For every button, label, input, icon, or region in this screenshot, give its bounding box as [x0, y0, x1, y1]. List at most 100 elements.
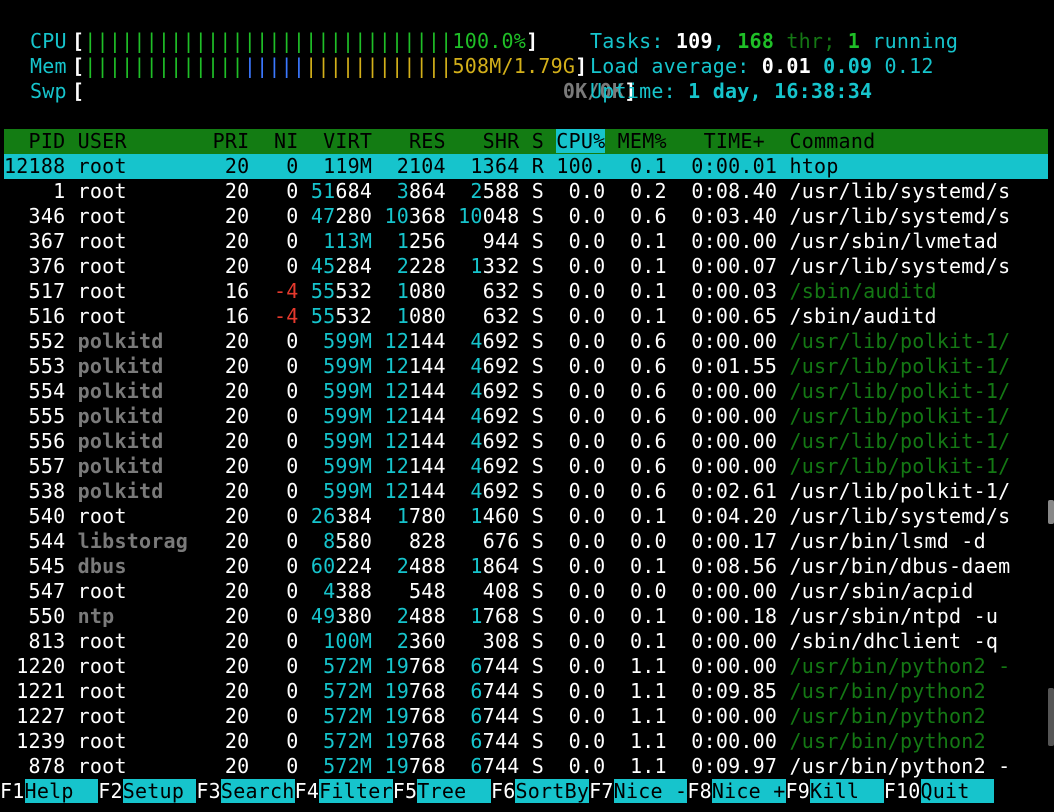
process-row[interactable]: 545 dbus 20 0 60224 2488 1864 S 0.0 0.1 … — [4, 554, 1054, 579]
process-res: 2104 — [396, 154, 446, 178]
process-row[interactable]: 547 root 20 0 4388 548 408 S 0.0 0.0 0:0… — [4, 579, 1054, 604]
process-row[interactable]: 557 polkitd 20 0 599M 12144 4692 S 0.0 0… — [4, 454, 1054, 479]
fkey-f2-label[interactable]: Setup — [122, 779, 197, 803]
process-ni: 0 — [249, 204, 299, 228]
process-row[interactable]: 544 libstorag 20 0 8580 828 676 S 0.0 0.… — [4, 529, 1054, 554]
col-shr[interactable]: SHR — [446, 129, 520, 153]
process-mem: 0.6 — [605, 454, 667, 478]
col-time[interactable]: TIME+ — [667, 129, 777, 153]
fkey-f8[interactable]: F8 — [687, 779, 712, 803]
process-res: 12144 — [384, 404, 446, 428]
fkey-f1-label[interactable]: Help — [24, 779, 99, 803]
process-row[interactable]: 12188 root 20 0 119M 2104 1364 R 100. 0.… — [4, 154, 1054, 179]
fkey-f5-label[interactable]: Tree — [417, 779, 491, 803]
fkey-f8-label[interactable]: Nice + — [711, 779, 786, 803]
fkey-f10-label[interactable]: Quit — [920, 779, 995, 803]
fkey-f9-label[interactable]: Kill — [810, 779, 884, 803]
load-5: 0.09 — [823, 54, 873, 78]
process-cpu: 0.0 — [544, 529, 606, 553]
mem-meter: Mem [||||||||||||||||||||||||||||||508M/1… — [30, 54, 588, 78]
process-row[interactable]: 346 root 20 0 47280 10368 10048 S 0.0 0.… — [4, 204, 1054, 229]
process-command: /usr/bin/python2 - — [789, 754, 1011, 778]
process-mem: 0.1 — [605, 629, 667, 653]
process-ni: 0 — [249, 504, 299, 528]
process-cpu: 0.0 — [544, 679, 606, 703]
process-command: htop — [789, 154, 839, 178]
process-row[interactable]: 1 root 20 0 51684 3864 2588 S 0.0 0.2 0:… — [4, 179, 1054, 204]
process-row[interactable]: 1220 root 20 0 572M 19768 6744 S 0.0 1.1… — [4, 654, 1054, 679]
col-pid[interactable]: PID — [4, 129, 66, 153]
scrollbar[interactable] — [1048, 0, 1054, 812]
fkey-f4[interactable]: F4 — [294, 779, 320, 803]
fkey-f3-label[interactable]: Search — [220, 779, 295, 803]
process-state: S — [519, 304, 545, 328]
process-row[interactable]: 813 root 20 0 100M 2360 308 S 0.0 0.1 0:… — [4, 629, 1054, 654]
fkey-f5[interactable]: F5 — [392, 779, 418, 803]
fkey-f4-label[interactable]: Filter — [319, 779, 393, 803]
process-state: R — [519, 154, 545, 178]
process-ni: 0 — [249, 554, 299, 578]
process-cpu: 0.0 — [544, 579, 606, 603]
process-state: S — [519, 579, 545, 603]
fkey-f6-label[interactable]: SortBy — [515, 779, 590, 803]
process-row[interactable]: 538 polkitd 20 0 599M 12144 4692 S 0.0 0… — [4, 479, 1054, 504]
fkey-f2[interactable]: F2 — [98, 779, 123, 803]
process-shr: 4692 — [470, 429, 520, 453]
process-pri: 20 — [188, 754, 250, 778]
col-command[interactable]: Command — [777, 129, 875, 153]
col-cpu[interactable]: CPU% — [556, 129, 606, 153]
swp-meter: Swp[ 0K/0K] — [30, 79, 637, 103]
process-shr: 6744 — [470, 729, 520, 753]
process-row[interactable]: 556 polkitd 20 0 599M 12144 4692 S 0.0 0… — [4, 429, 1054, 454]
fkey-f1[interactable]: F1 — [0, 779, 25, 803]
process-row[interactable]: 540 root 20 0 26384 1780 1460 S 0.0 0.1 … — [4, 504, 1054, 529]
fkey-f9[interactable]: F9 — [785, 779, 811, 803]
process-row[interactable]: 1239 root 20 0 572M 19768 6744 S 0.0 1.1… — [4, 729, 1054, 754]
col-virt[interactable]: VIRT — [299, 129, 373, 153]
fkey-f7[interactable]: F7 — [589, 779, 614, 803]
process-command: /usr/bin/python2 - — [789, 654, 1011, 678]
process-row[interactable]: 552 polkitd 20 0 599M 12144 4692 S 0.0 0… — [4, 329, 1054, 354]
process-virt: 100M — [323, 629, 373, 653]
process-row[interactable]: 1221 root 20 0 572M 19768 6744 S 0.0 1.1… — [4, 679, 1054, 704]
process-row[interactable]: 376 root 20 0 45284 2228 1332 S 0.0 0.1 … — [4, 254, 1054, 279]
process-row[interactable]: 517 root 16 -4 55532 1080 632 S 0.0 0.1 … — [4, 279, 1054, 304]
process-state: S — [519, 479, 545, 503]
process-row[interactable]: 1227 root 20 0 572M 19768 6744 S 0.0 1.1… — [4, 704, 1054, 729]
col-user[interactable]: USER — [78, 129, 188, 153]
fkey-f7-label[interactable]: Nice - — [613, 779, 688, 803]
process-row[interactable]: 367 root 20 0 113M 1256 944 S 0.0 0.1 0:… — [4, 229, 1054, 254]
fkey-f3[interactable]: F3 — [196, 779, 221, 803]
process-pri: 20 — [188, 704, 250, 728]
col-ni[interactable]: NI — [249, 129, 298, 153]
process-row[interactable]: 878 root 20 0 572M 19768 6744 S 0.0 1.1 … — [4, 754, 1054, 779]
process-state: S — [519, 454, 545, 478]
process-res: 2360 — [396, 629, 446, 653]
process-row[interactable]: 553 polkitd 20 0 599M 12144 4692 S 0.0 0… — [4, 354, 1054, 379]
process-time: 0:09.85 — [666, 679, 778, 703]
process-virt: 599M — [323, 479, 373, 503]
process-shr: 6744 — [470, 679, 520, 703]
process-row[interactable]: 516 root 16 -4 55532 1080 632 S 0.0 0.1 … — [4, 304, 1054, 329]
col-pri[interactable]: PRI — [188, 129, 250, 153]
process-command: /usr/bin/lsmd -d — [789, 529, 986, 553]
scrollbar-thumb[interactable] — [1048, 688, 1054, 746]
process-pri: 20 — [188, 179, 250, 203]
process-row[interactable]: 550 ntp 20 0 49380 2488 1768 S 0.0 0.1 0… — [4, 604, 1054, 629]
process-state: S — [519, 704, 545, 728]
col-res[interactable]: RES — [372, 129, 446, 153]
process-virt: 60224 — [310, 554, 373, 578]
process-command: /usr/sbin/ntpd -u — [789, 604, 999, 628]
fkey-f6[interactable]: F6 — [490, 779, 516, 803]
process-row[interactable]: 555 polkitd 20 0 599M 12144 4692 S 0.0 0… — [4, 404, 1054, 429]
process-mem: 0.1 — [605, 604, 667, 628]
col-state[interactable]: S — [519, 129, 544, 153]
process-user: root — [77, 629, 189, 653]
process-mem: 1.1 — [605, 754, 667, 778]
process-cpu: 0.0 — [544, 304, 606, 328]
col-mem[interactable]: MEM% — [605, 129, 667, 153]
process-res: 548 — [409, 579, 446, 603]
fkey-f10[interactable]: F10 — [883, 779, 921, 803]
process-table-header: PID USER PRI NI VIRT RES SHR S CPU% MEM%… — [4, 129, 1054, 154]
process-row[interactable]: 554 polkitd 20 0 599M 12144 4692 S 0.0 0… — [4, 379, 1054, 404]
